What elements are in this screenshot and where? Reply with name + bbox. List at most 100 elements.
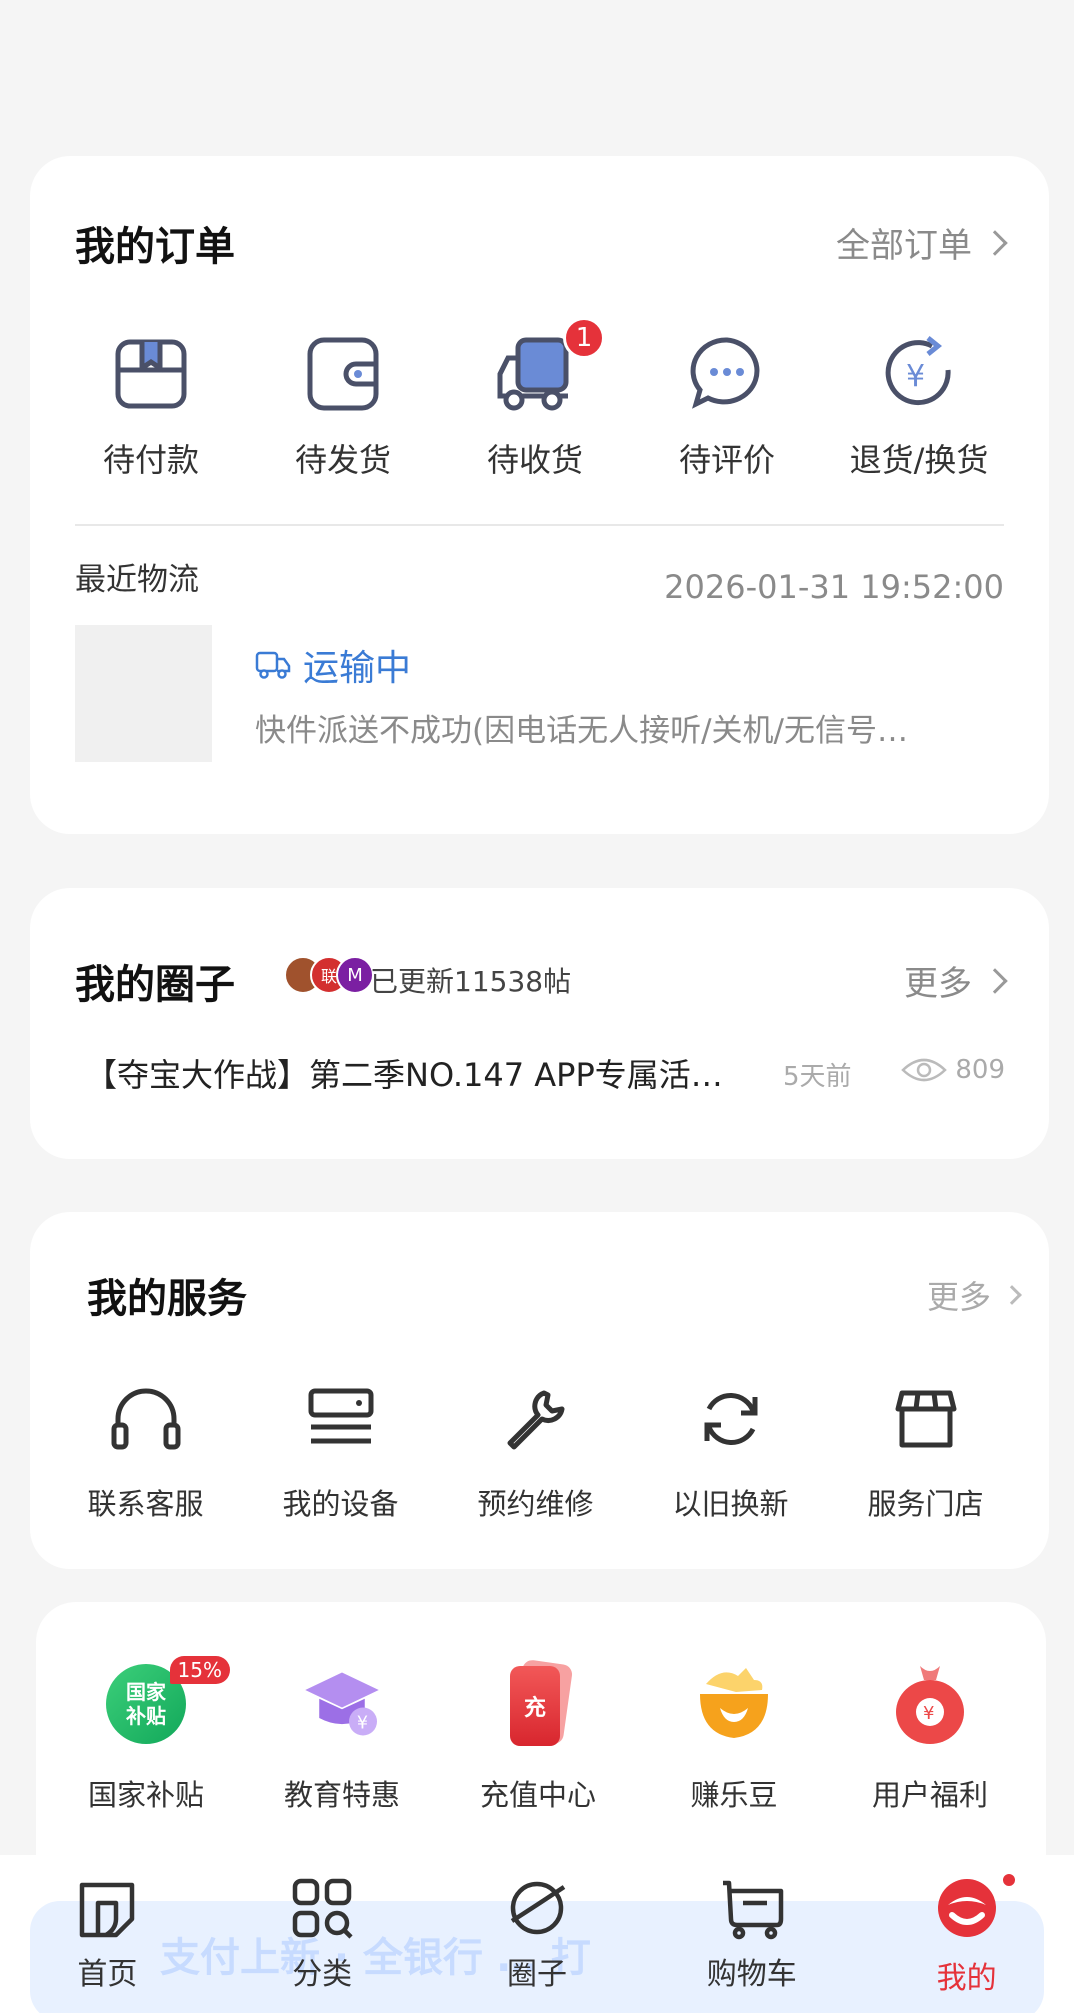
nav-label: 我的 [936,1961,997,1996]
all-orders-label: 全部订单 [836,226,972,266]
order-status-label: 退货/换货 [849,441,989,479]
circle-post-row[interactable]: 【夺宝大作战】第二季NO.147 APP专属活… 5天前 809 [85,1050,1005,1100]
benefit-label: 国家补贴 [87,1778,204,1812]
chevron-right-icon [982,967,1008,994]
truck-icon [255,651,291,679]
nav-label: 购物车 [706,1957,797,1992]
services-card: 我的服务 更多 联系客服 我的设备 预约维修 以旧换新 服务门店 [30,1212,1049,1569]
pending-review-icon [685,331,769,415]
services-title: 我的服务 [87,1276,247,1322]
service-label: 联系客服 [87,1487,204,1521]
order-status-row: 待付款 待发货 1 待收货 待评价 ¥ 退货/换货 [30,317,1049,481]
circle-update-text: 已更新11538帖 [370,965,572,998]
education-icon: ¥ [300,1662,384,1746]
welfare-icon: ¥ [888,1662,972,1746]
logistics-row[interactable]: 运输中 快件派送不成功(因电话无人接听/关机/无信号… [75,625,1005,765]
order-pending-shipment[interactable]: 待发货 [247,331,439,481]
service-label: 服务门店 [867,1487,984,1521]
circle-title: 我的圈子 [75,962,235,1008]
bottom-navigation: 支付上新 · 全银行 … 打 首页 分类 圈子 购物车 我的 [0,1855,1074,2013]
benefit-beans[interactable]: 赚乐豆 [636,1662,832,1814]
wrench-icon [494,1377,578,1461]
pending-payment-icon [109,331,193,415]
refresh-icon [689,1377,773,1461]
order-pending-payment[interactable]: 待付款 [55,331,247,481]
service-stores[interactable]: 服务门店 [828,1377,1023,1523]
home-icon [80,1882,135,1938]
circle-icon [510,1881,566,1935]
service-my-devices[interactable]: 我的设备 [243,1377,438,1523]
nav-category[interactable]: 分类 [215,1855,430,2013]
service-customer-support[interactable]: 联系客服 [48,1377,243,1523]
all-orders-link[interactable]: 全部订单 [836,218,1008,267]
nav-label: 圈子 [506,1957,567,1992]
category-icon [292,1878,353,1939]
services-more-link[interactable]: 更多 [926,1272,1022,1318]
service-label: 以旧换新 [672,1487,789,1521]
post-title: 【夺宝大作战】第二季NO.147 APP专属活… [85,1056,723,1094]
benefit-national-subsidy[interactable]: 国家 补贴 15% 国家补贴 [48,1656,244,1814]
benefits-row: 国家 补贴 15% 国家补贴 ¥ 教育特惠 充 充值中心 赚乐豆 ¥ 用户福利 [36,1656,1046,1814]
nav-label: 分类 [292,1957,353,1992]
orders-divider [75,524,1004,526]
order-pending-receipt[interactable]: 1 待收货 [439,317,631,481]
chevron-right-icon [1002,1285,1022,1305]
notification-dot [999,1871,1018,1889]
cart-icon [722,1880,784,1940]
circle-avatars: 联 M [284,956,374,994]
order-status-label: 待评价 [678,441,775,479]
profile-icon [937,1879,996,1937]
order-pending-review[interactable]: 待评价 [631,331,823,481]
logistics-status: 运输中 [255,639,411,691]
benefit-education[interactable]: ¥ 教育特惠 [244,1662,440,1814]
order-badge: 1 [563,317,605,359]
post-time: 5天前 [783,1062,852,1092]
post-views: 809 [901,1054,1005,1086]
subsidy-badge: 15% [169,1656,230,1684]
circle-more-link[interactable]: 更多 [904,956,1008,1005]
circle-card: 我的圈子 联 M 已更新11538帖 更多 【夺宝大作战】第二季NO.147 A… [30,888,1049,1159]
beans-icon [692,1662,776,1746]
orders-card: 我的订单 全部订单 待付款 待发货 1 待收货 待评价 ¥ 退货/换货 最近物流… [30,156,1049,834]
logistics-timestamp: 2026-01-31 19:52:00 [664,568,1004,606]
benefit-label: 充值中心 [479,1778,596,1812]
order-status-label: 待付款 [102,441,199,479]
order-refund[interactable]: ¥ 退货/换货 [823,331,1015,481]
benefit-label: 赚乐豆 [690,1778,778,1812]
pending-shipment-icon [301,331,385,415]
service-repair[interactable]: 预约维修 [438,1377,633,1523]
nav-profile[interactable]: 我的 [859,1855,1074,2013]
nav-home[interactable]: 首页 [0,1855,215,2013]
recent-logistics-label: 最近物流 [75,562,199,598]
service-label: 我的设备 [282,1487,399,1521]
more-label: 更多 [926,1278,991,1316]
orders-title: 我的订单 [75,224,235,270]
pending-receipt-icon: 1 [493,317,605,415]
device-icon [299,1377,383,1461]
recharge-icon: 充 [496,1658,580,1746]
avatar: M [336,956,374,994]
service-label: 预约维修 [477,1487,594,1521]
eye-icon [901,1058,948,1082]
service-trade-in[interactable]: 以旧换新 [633,1377,828,1523]
svg-text:¥: ¥ [923,1703,934,1724]
order-status-label: 待发货 [294,441,391,479]
logistics-description: 快件派送不成功(因电话无人接听/关机/无信号… [255,713,908,749]
refund-icon: ¥ [877,331,961,415]
benefit-label: 用户福利 [871,1778,988,1812]
nav-circle[interactable]: 圈子 [430,1855,645,2013]
product-thumbnail [75,625,212,762]
nav-cart[interactable]: 购物车 [644,1855,859,2013]
logistics-status-text: 运输中 [303,648,412,689]
national-subsidy-icon: 国家 补贴 15% [104,1656,230,1746]
more-label: 更多 [904,964,972,1004]
headset-icon [104,1377,188,1461]
order-status-label: 待收货 [486,441,583,479]
post-views-count: 809 [955,1055,1005,1085]
services-row: 联系客服 我的设备 预约维修 以旧换新 服务门店 [30,1377,1049,1523]
store-icon [884,1377,968,1461]
svg-text:¥: ¥ [357,1714,368,1734]
benefit-recharge[interactable]: 充 充值中心 [440,1658,636,1814]
benefit-label: 教育特惠 [283,1778,400,1812]
benefit-welfare[interactable]: ¥ 用户福利 [832,1662,1028,1814]
